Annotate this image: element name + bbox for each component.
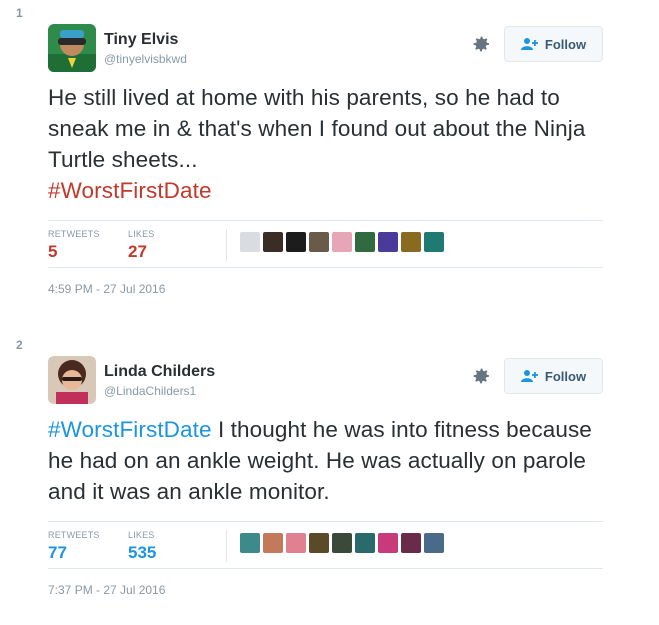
- liker-avatar[interactable]: [378, 533, 398, 553]
- display-name[interactable]: Tiny Elvis: [104, 31, 178, 49]
- liker-avatar[interactable]: [309, 232, 329, 252]
- add-user-icon: [520, 38, 538, 50]
- display-name[interactable]: Linda Childers: [104, 363, 215, 381]
- retweets-stat[interactable]: RETWEETS 5: [48, 229, 100, 262]
- stats-divider: [226, 530, 227, 562]
- tweet-stats: RETWEETS 77 LIKES 535: [48, 521, 603, 569]
- likes-count: 27: [128, 242, 147, 261]
- gear-icon[interactable]: [469, 364, 493, 388]
- add-user-icon: [520, 370, 538, 382]
- retweets-label: RETWEETS: [48, 229, 100, 239]
- liker-avatar[interactable]: [355, 232, 375, 252]
- liker-avatar[interactable]: [263, 232, 283, 252]
- liker-avatar[interactable]: [240, 232, 260, 252]
- liker-avatar[interactable]: [332, 533, 352, 553]
- hashtag-link[interactable]: #WorstFirstDate: [48, 417, 212, 442]
- liker-avatars: [240, 232, 447, 252]
- avatar[interactable]: [48, 356, 96, 404]
- tweet-card: Tiny Elvis @tinyelvisbkwd Follow He stil…: [32, 18, 609, 296]
- retweets-stat[interactable]: RETWEETS 77: [48, 530, 100, 563]
- likes-stat[interactable]: LIKES 27: [128, 229, 155, 262]
- avatar[interactable]: [48, 24, 96, 72]
- tweet-header: Linda Childers @LindaChilders1 Follow: [32, 350, 609, 406]
- liker-avatar[interactable]: [355, 533, 375, 553]
- tweet-body: He still lived at home with his parents,…: [48, 85, 586, 172]
- tweet-text: #WorstFirstDate I thought he was into fi…: [48, 414, 593, 507]
- liker-avatar[interactable]: [424, 533, 444, 553]
- retweets-count: 5: [48, 242, 58, 261]
- liker-avatar[interactable]: [378, 232, 398, 252]
- liker-avatar[interactable]: [286, 533, 306, 553]
- retweets-label: RETWEETS: [48, 530, 100, 540]
- liker-avatar[interactable]: [401, 533, 421, 553]
- stats-divider: [226, 229, 227, 261]
- tweet-text: He still lived at home with his parents,…: [48, 82, 593, 206]
- retweets-count: 77: [48, 543, 67, 562]
- follow-label: Follow: [544, 368, 587, 384]
- liker-avatar[interactable]: [309, 533, 329, 553]
- liker-avatars: [240, 533, 447, 553]
- tweet-timestamp[interactable]: 7:37 PM - 27 Jul 2016: [48, 583, 609, 597]
- likes-stat[interactable]: LIKES 535: [128, 530, 156, 563]
- tweet-stats: RETWEETS 5 LIKES 27: [48, 220, 603, 268]
- liker-avatar[interactable]: [286, 232, 306, 252]
- follow-button[interactable]: Follow: [504, 358, 603, 394]
- liker-avatar[interactable]: [401, 232, 421, 252]
- liker-avatar[interactable]: [332, 232, 352, 252]
- tweet-number: 1: [16, 6, 23, 20]
- gear-icon[interactable]: [469, 32, 493, 56]
- liker-avatar[interactable]: [240, 533, 260, 553]
- liker-avatar[interactable]: [424, 232, 444, 252]
- tweet-timestamp[interactable]: 4:59 PM - 27 Jul 2016: [48, 282, 609, 296]
- likes-label: LIKES: [128, 530, 155, 540]
- follow-label: Follow: [544, 36, 587, 52]
- likes-count: 535: [128, 543, 157, 562]
- tweet-number: 2: [16, 338, 23, 352]
- hashtag-link[interactable]: #WorstFirstDate: [48, 178, 212, 203]
- liker-avatar[interactable]: [263, 533, 283, 553]
- follow-button[interactable]: Follow: [504, 26, 603, 62]
- user-handle[interactable]: @LindaChilders1: [104, 384, 196, 398]
- likes-label: LIKES: [128, 229, 155, 239]
- tweet-header: Tiny Elvis @tinyelvisbkwd Follow: [32, 18, 609, 74]
- tweet-card: Linda Childers @LindaChilders1 Follow #W…: [32, 350, 609, 597]
- user-handle[interactable]: @tinyelvisbkwd: [104, 52, 187, 66]
